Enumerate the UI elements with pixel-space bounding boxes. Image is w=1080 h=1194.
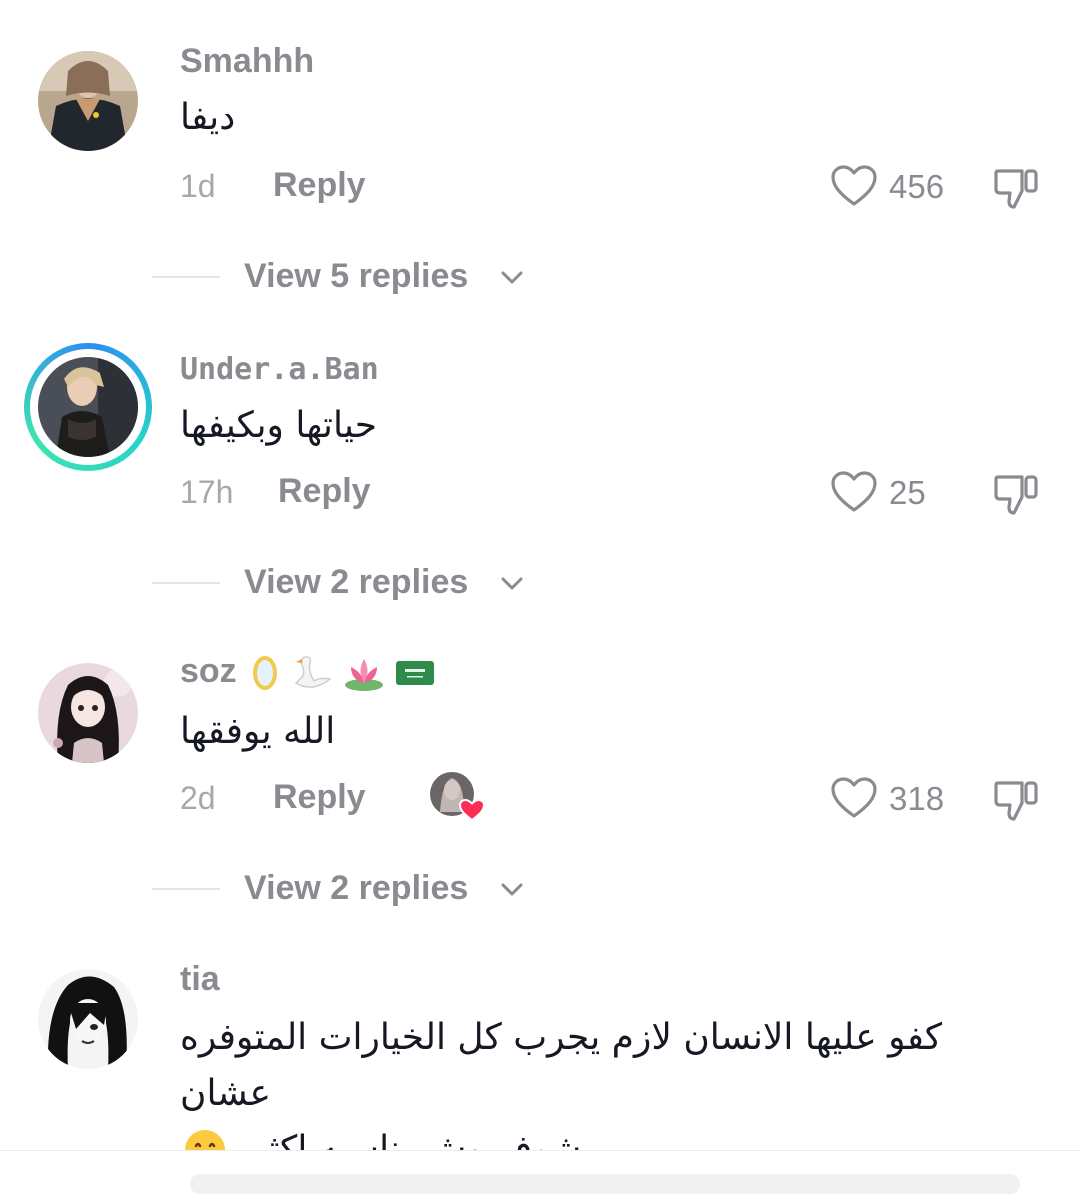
mirror-icon — [253, 656, 278, 691]
heart-icon[interactable] — [830, 776, 878, 820]
divider-line — [152, 888, 220, 890]
comment-text-line: كفو عليها الانسان لازم يجرب كل الخيارات … — [180, 1017, 943, 1114]
comment-username[interactable]: tia — [180, 960, 220, 999]
view-replies-button[interactable]: View 2 replies — [0, 869, 1080, 909]
comment-text: الله يوفقها — [180, 711, 336, 752]
divider-line — [152, 582, 220, 584]
heart-icon[interactable] — [830, 470, 878, 514]
comment-username[interactable]: Under.a.Ban — [180, 352, 379, 387]
comment-username[interactable]: Smahhh — [180, 42, 314, 81]
comment-item: tia كفو عليها الانسان لازم يجرب كل الخيا… — [0, 918, 1080, 1171]
saudi-flag-icon — [395, 661, 434, 686]
avatar — [38, 357, 138, 457]
reply-button[interactable]: Reply — [278, 472, 371, 511]
comment-item: Smahhh ديفا 1d Reply 456 View 5 replies — [0, 0, 1080, 300]
comment-item: soz الله يوفقها 2d Reply 318 View 2 repl… — [0, 612, 1080, 912]
comment-item: Under.a.Ban حياتها وبكيفها 17h Reply 25 … — [0, 306, 1080, 606]
like-count: 456 — [889, 168, 945, 205]
dislike-icon[interactable] — [992, 469, 1042, 519]
chevron-down-icon — [501, 271, 523, 284]
view-replies-button[interactable]: View 5 replies — [0, 257, 1080, 297]
comment-username-text: soz — [180, 652, 237, 690]
swan-icon — [294, 656, 332, 688]
comment-timestamp: 17h — [180, 474, 234, 510]
comment-input-field[interactable] — [190, 1174, 1020, 1194]
comment-text: حياتها وبكيفها — [180, 405, 378, 446]
reply-button[interactable]: Reply — [273, 778, 366, 817]
lotus-icon — [345, 659, 384, 692]
reply-button[interactable]: Reply — [273, 166, 366, 205]
avatar[interactable] — [38, 51, 138, 151]
like-count: 25 — [889, 474, 926, 511]
chevron-down-icon — [501, 883, 523, 896]
chevron-down-icon — [501, 577, 523, 590]
comment-username[interactable]: soz — [180, 652, 435, 693]
like-count: 318 — [889, 780, 945, 817]
view-replies-label: View 5 replies — [244, 257, 469, 295]
avatar[interactable] — [38, 663, 138, 763]
avatar[interactable] — [38, 969, 138, 1069]
heart-icon[interactable] — [830, 164, 878, 208]
divider-line — [152, 276, 220, 278]
dislike-icon[interactable] — [992, 163, 1042, 213]
view-replies-label: View 2 replies — [244, 563, 469, 601]
view-replies-button[interactable]: View 2 replies — [0, 563, 1080, 603]
comment-timestamp: 1d — [180, 168, 216, 204]
comment-timestamp: 2d — [180, 780, 216, 816]
dislike-icon[interactable] — [992, 775, 1042, 825]
creator-liked-badge — [430, 772, 488, 824]
story-ring[interactable] — [24, 343, 152, 471]
comment-text: ديفا — [180, 97, 236, 138]
view-replies-label: View 2 replies — [244, 869, 469, 907]
